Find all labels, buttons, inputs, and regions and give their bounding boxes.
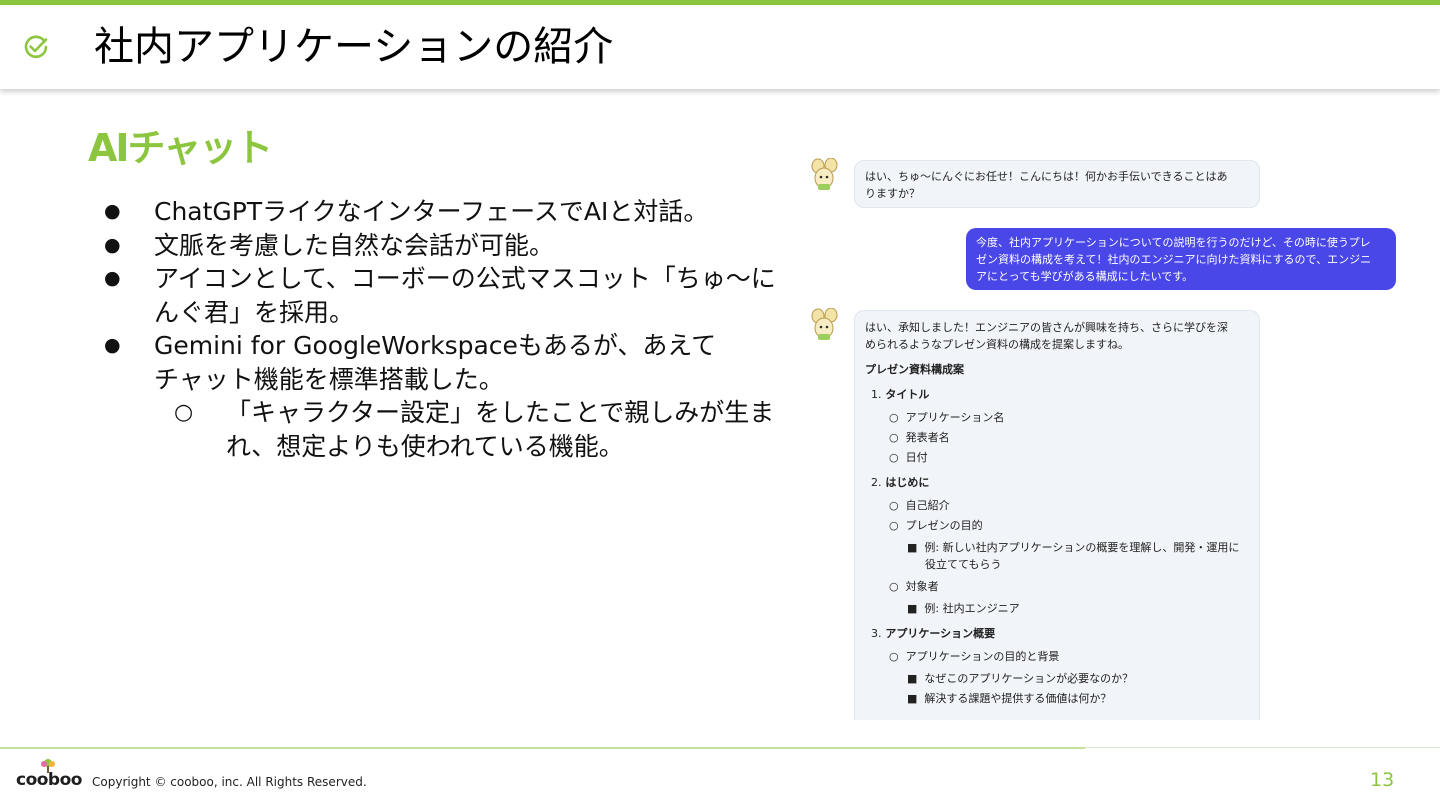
numbered-section: 2. はじめに bbox=[865, 474, 1249, 491]
bullet-text: Gemini for GoogleWorkspaceもあるが、あえて bbox=[154, 331, 717, 360]
list-item: ○ 発表者名 bbox=[889, 431, 950, 444]
numbered-section: 3. アプリケーション概要 bbox=[865, 625, 1249, 642]
sub-bullet-item: ○ 「キャラクター設定」をしたことで親しみが生ま れ、想定よりも使われている機能… bbox=[100, 396, 790, 463]
list-item-continuation: 役立ててもらう bbox=[925, 558, 1002, 571]
bullet-marker: ● bbox=[104, 334, 121, 356]
list-item: ○ 対象者 bbox=[889, 580, 939, 593]
list-item: ○ アプリケーションの目的と背景 bbox=[889, 650, 1060, 663]
slide-title: 社内アプリケーションの紹介 bbox=[94, 24, 614, 70]
bullet-text: 「キャラクター設定」をしたことで親しみが生ま bbox=[226, 398, 775, 427]
message-line: ゼン資料の構成を考えて！社内のエンジニアに向けた資料にするので、エンジニ bbox=[976, 253, 1372, 266]
bullet-marker: ● bbox=[104, 200, 121, 222]
plan-heading: プレゼン資料構成案 bbox=[865, 363, 964, 376]
list-item: ○ アプリケーション名 bbox=[889, 411, 1005, 424]
bot-message-bubble: はい、承知しました！エンジニアの皆さんが興味を持ち、さらに学びを深 められるよう… bbox=[854, 310, 1260, 720]
page-number: 13 bbox=[1370, 769, 1395, 791]
message-line: められるようなプレゼン資料の構成を提案しますね。 bbox=[865, 338, 1129, 351]
section-title: アプリケーション概要 bbox=[885, 627, 996, 640]
bullet-text: アイコンとして、コーボーの公式マスコット「ちゅ～に bbox=[154, 264, 776, 293]
mascot-avatar-icon bbox=[811, 308, 838, 340]
list-item: ■ 例: 社内エンジニア bbox=[907, 602, 1020, 615]
bullet-item: ● ChatGPTライクなインターフェースでAIと対話。 bbox=[100, 195, 790, 229]
mascot-avatar-icon bbox=[811, 158, 838, 190]
section-title: AIチャット bbox=[88, 126, 273, 170]
footer-divider bbox=[0, 747, 1085, 749]
numbered-section: 1. タイトル bbox=[865, 386, 1249, 403]
bot-message-bubble: はい、ちゅ～にんぐにお任せ！こんにちは！何かお手伝いできることはあ りますか？ bbox=[854, 160, 1260, 208]
list-item: ■ 例: 新しい社内アプリケーションの概要を理解し、開発・運用に bbox=[907, 541, 1240, 554]
section-number: 1. bbox=[871, 388, 882, 401]
message-line: りますか？ bbox=[865, 187, 920, 200]
bullet-marker: ● bbox=[104, 233, 121, 256]
bullet-item: ● 文脈を考慮した自然な会話が可能。 bbox=[100, 229, 790, 263]
slide-header: 社内アプリケーションの紹介 bbox=[0, 5, 1440, 89]
footer-divider bbox=[1085, 747, 1440, 748]
list-item: ○ 日付 bbox=[889, 451, 928, 464]
bullet-marker: ● bbox=[104, 267, 121, 289]
bullet-item: ● アイコンとして、コーボーの公式マスコット「ちゅ～に んぐ君」を採用。 bbox=[100, 262, 790, 329]
bullet-text: んぐ君」を採用。 bbox=[154, 297, 355, 327]
copyright-text: Copyright © cooboo, inc. All Rights Rese… bbox=[92, 775, 367, 789]
bullet-item: ● Gemini for GoogleWorkspaceもあるが、あえて チャッ… bbox=[100, 329, 790, 396]
sub-bullet-marker: ○ bbox=[174, 400, 194, 425]
section-number: 3. bbox=[871, 627, 882, 640]
message-line: はい、ちゅ～にんぐにお任せ！こんにちは！何かお手伝いできることはあ bbox=[865, 170, 1228, 183]
message-line: はい、承知しました！エンジニアの皆さんが興味を持ち、さらに学びを深 bbox=[865, 321, 1228, 334]
user-message-bubble: 今度、社内アプリケーションについての説明を行うのだけど、その時に使うプレ ゼン資… bbox=[966, 228, 1396, 290]
section-number: 2. bbox=[871, 476, 882, 489]
bullet-text: れ、想定よりも使われている機能。 bbox=[226, 431, 624, 461]
list-item: ■ なぜこのアプリケーションが必要なのか？ bbox=[907, 672, 1134, 685]
bullet-text: ChatGPTライクなインターフェースでAIと対話。 bbox=[154, 197, 709, 226]
bullet-text: チャット機能を標準搭載した。 bbox=[154, 364, 504, 394]
list-item: ○ 自己紹介 bbox=[889, 499, 950, 512]
list-item: ■ 解決する課題や提供する価値は何か？ bbox=[907, 692, 1112, 705]
message-line: 今度、社内アプリケーションについての説明を行うのだけど、その時に使うプレ bbox=[976, 236, 1371, 249]
company-logo: cooboo bbox=[16, 770, 82, 790]
message-line: アにとっても学びがある構成にしたいです。 bbox=[976, 270, 1194, 283]
bullet-list: ● ChatGPTライクなインターフェースでAIと対話。 ● 文脈を考慮した自然… bbox=[100, 195, 790, 463]
list-item: ○ プレゼンの目的 bbox=[889, 519, 983, 532]
section-title: はじめに bbox=[885, 476, 930, 489]
bullet-text: 文脈を考慮した自然な会話が可能。 bbox=[154, 230, 555, 260]
section-title: タイトル bbox=[885, 388, 930, 401]
check-circle-icon bbox=[24, 35, 48, 59]
chat-screenshot: はい、ちゅ～にんぐにお任せ！こんにちは！何かお手伝いできることはあ りますか？ … bbox=[806, 150, 1406, 720]
